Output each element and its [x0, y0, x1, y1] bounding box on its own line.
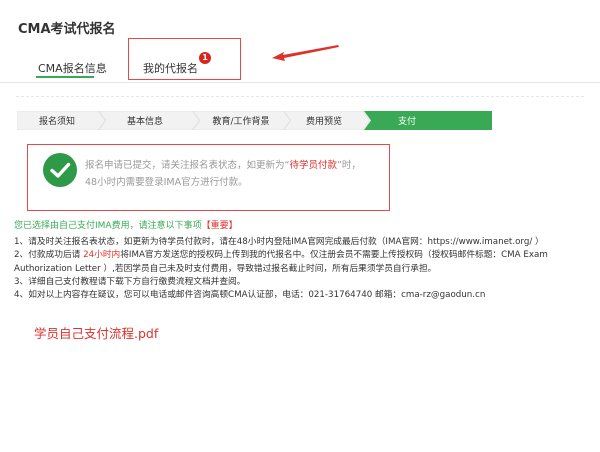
step-3-label: 教育/工作背景 — [212, 115, 269, 127]
instruction-item: 3、详细自己支付教程请下载下方自行缴费流程文档并查阅。 — [14, 276, 246, 287]
checkmark-icon — [43, 153, 77, 187]
step-4-label: 费用预览 — [306, 115, 342, 127]
progress-steps: 报名须知 基本信息 教育/工作背景 费用预览 支付 — [17, 111, 492, 130]
status-line-2: 48小时内需要登录IMA官方进行付款。 — [85, 177, 248, 188]
red-arrow-annotation — [272, 45, 339, 61]
tab-cma-registration-info[interactable]: CMA报名信息 — [38, 60, 107, 76]
instruction-item: 4、如对以上内容存在疑议，您可以电话或邮件咨询高顿CMA认证部，电话：021-3… — [14, 290, 486, 301]
step-1-label: 报名须知 — [39, 115, 75, 127]
payment-notice: 您已选择由自己支付IMA费用，请注意以下事项【重要】 — [14, 218, 238, 231]
status-text-suffix: ”时， — [336, 160, 361, 171]
status-highlight: 待学员付款 — [289, 160, 337, 171]
step-5-shape — [364, 111, 492, 130]
instruction-2-highlight: 24小时内 — [83, 250, 121, 261]
instruction-2-prefix: 2、付款成功后请 — [14, 250, 84, 261]
step-5-label: 支付 — [398, 115, 416, 127]
instructions-list: 1、请及时关注报名表状态，如更新为待学员付款时，请在48小时内登陆IMA官网完成… — [14, 236, 584, 302]
status-text-prefix: 报名申请已提交，请关注报名表状态，如更新为“ — [85, 160, 290, 171]
notice-text: 您已选择由自己支付IMA费用，请注意以下事项 — [14, 221, 202, 231]
active-tab-indicator — [36, 76, 94, 78]
tab-divider — [0, 82, 600, 83]
submission-status-message: 报名申请已提交，请关注报名表状态，如更新为“待学员付款”时， 48小时内需要登录… — [85, 157, 385, 191]
pdf-download-link[interactable]: 学员自己支付流程.pdf — [34, 323, 158, 342]
step-2-label: 基本信息 — [127, 115, 163, 127]
instruction-item: 2、付款成功后请 24小时内将IMA官方发送您的授权码上传到我的代报名中。仅注册… — [14, 249, 584, 276]
highlight-box-tab — [128, 38, 241, 80]
page-title: CMA考试代报名 — [18, 22, 116, 37]
instruction-item: 1、请及时关注报名表状态，如更新为待学员付款时，请在48小时内登陆IMA官网完成… — [14, 237, 544, 247]
dotted-divider — [16, 96, 584, 97]
notice-important: 【重要】 — [201, 221, 238, 231]
